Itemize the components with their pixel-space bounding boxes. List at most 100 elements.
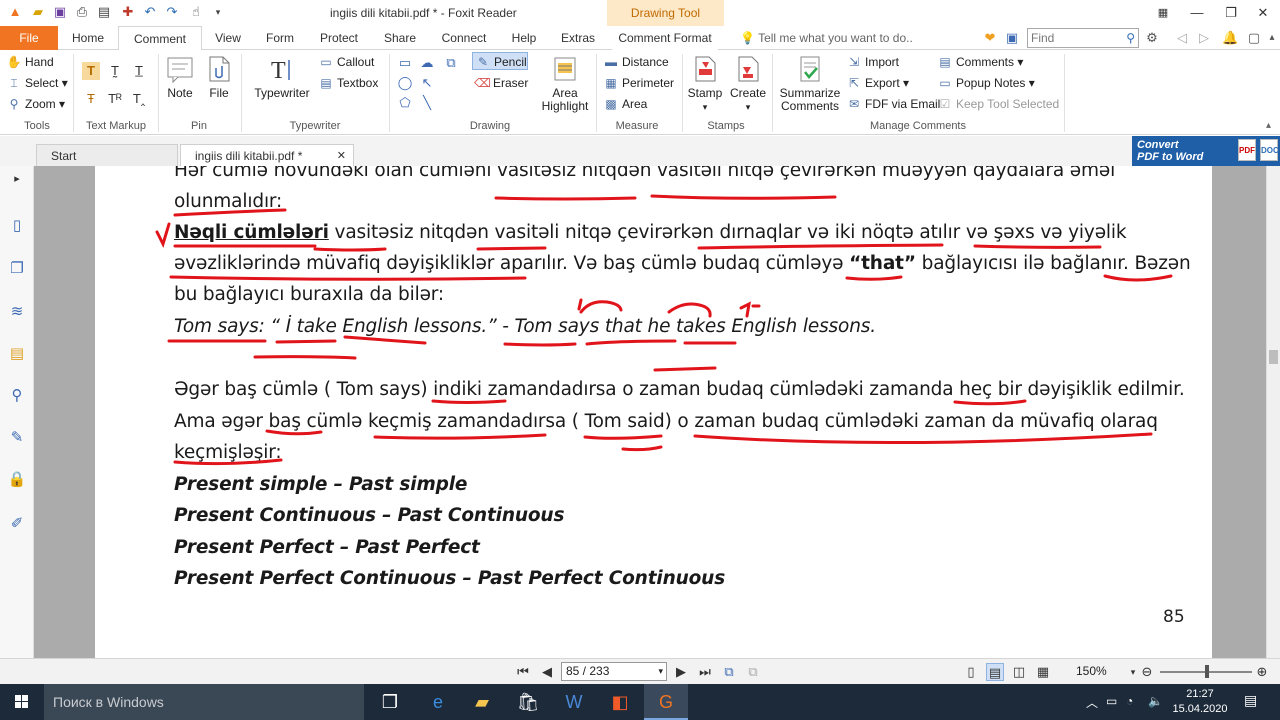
strikeout-icon[interactable]: Ŧ [82, 90, 100, 108]
tab-share[interactable]: Share [378, 26, 422, 50]
continuous-page-icon[interactable]: ▤ [986, 663, 1004, 681]
area-measure-tool[interactable]: ▩ Area [603, 95, 647, 113]
word-icon[interactable]: W [552, 684, 596, 720]
textbox-tool[interactable]: ▤ Textbox [318, 74, 378, 92]
previous-page-icon[interactable]: ◀ [538, 663, 556, 681]
tab-home[interactable]: Home [64, 26, 112, 50]
tray-chevron-icon[interactable]: ︿ [1086, 694, 1098, 711]
drawing-tool-context-tab[interactable]: Drawing Tool [607, 0, 724, 26]
page-dropdown-chevron-icon[interactable]: ▾ [658, 663, 663, 680]
area-highlight-button[interactable]: Area Highlight [538, 54, 592, 113]
zoom-tool[interactable]: ⚲ Zoom ▾ [6, 95, 65, 113]
edge-browser-icon[interactable]: e [416, 684, 460, 720]
tell-me-search[interactable]: 💡 Tell me what you want to do.. [740, 26, 913, 50]
heart-icon[interactable]: ❤ [982, 30, 998, 46]
tab-protect[interactable]: Protect [312, 26, 366, 50]
minimize-button[interactable]: — [1180, 0, 1214, 26]
document-viewport[interactable]: Hər cümlə növündəki olan cümləni vasitəs… [34, 166, 1266, 658]
file-explorer-icon[interactable]: ▰ [460, 684, 504, 720]
polygon-icon[interactable]: ⬠ [396, 94, 414, 112]
tab-start[interactable]: Start [36, 144, 178, 166]
next-page-icon[interactable]: ▶ [672, 663, 690, 681]
summarize-comments-button[interactable]: Summarize Comments [778, 54, 842, 113]
fdf-via-email[interactable]: ✉ FDF via Email [846, 95, 940, 113]
zoom-level[interactable]: 150% [1076, 664, 1107, 678]
wifi-icon[interactable]: ◔ [1126, 694, 1133, 708]
perimeter-tool[interactable]: ▦ Perimeter [603, 74, 674, 92]
underline-text-icon[interactable]: T̲ [130, 62, 148, 80]
action-center-icon[interactable]: ▤ [1244, 692, 1257, 709]
cloud-icon[interactable]: ☁ [418, 54, 436, 72]
store-icon[interactable]: 🛍 [506, 684, 550, 720]
restore-button[interactable]: ❐ [1214, 0, 1248, 26]
zoom-out-icon[interactable]: ⊖ [1138, 663, 1156, 681]
zoom-in-icon[interactable]: ⊕ [1253, 663, 1271, 681]
page-number-input[interactable]: 85 / 233 ▾ [561, 662, 667, 681]
distance-tool[interactable]: ▬ Distance [603, 53, 669, 71]
squiggly-underline-icon[interactable]: T̰ [106, 62, 124, 80]
comments-panel-icon[interactable]: ▤ [7, 344, 27, 364]
volume-icon[interactable]: 🔈 [1148, 694, 1163, 708]
vertical-scrollbar[interactable] [1266, 166, 1280, 658]
close-window-button[interactable]: ✕ [1246, 0, 1280, 26]
file-attach-button[interactable]: File [203, 54, 235, 100]
redo-icon[interactable]: ↷ [164, 4, 180, 20]
ribbon-options-icon[interactable]: ▦ [1146, 0, 1180, 26]
note-button[interactable]: Note [164, 54, 196, 100]
arrow-icon[interactable]: ↖ [418, 74, 436, 92]
recorder-app-icon[interactable]: ◧ [598, 684, 642, 720]
previous-view-icon[interactable]: ◁ [1174, 30, 1190, 46]
collapse-ribbon-icon[interactable]: ▴ [1264, 30, 1280, 46]
rectangle-icon[interactable]: ▭ [396, 54, 414, 72]
keep-tool-selected-checkbox[interactable]: ☑ Keep Tool Selected [937, 95, 1060, 113]
tab-help[interactable]: Help [505, 26, 543, 50]
facing-pages-icon[interactable]: ◫ [1010, 663, 1028, 681]
find-input[interactable]: Find ⚲ [1027, 28, 1139, 48]
search-icon[interactable]: ⚲ [1126, 29, 1135, 47]
new-icon[interactable]: ✚ [120, 4, 136, 20]
scrollbar-thumb[interactable] [1269, 350, 1278, 364]
settings-gear-icon[interactable]: ⚙ [1144, 30, 1160, 46]
open-folder-icon[interactable]: ▰ [30, 4, 46, 20]
replace-text-icon[interactable]: Tᴿ [106, 90, 124, 108]
tab-view[interactable]: View [206, 26, 250, 50]
customize-chevron-icon[interactable]: ▾ [210, 4, 226, 20]
close-tab-icon[interactable]: ✕ [337, 145, 346, 167]
pages-icon[interactable]: ❐ [7, 259, 27, 279]
typewriter-button[interactable]: T Typewriter [250, 54, 314, 100]
next-view-icon[interactable]: ⧉ [744, 663, 762, 681]
expand-panel-icon[interactable]: ▸ [7, 169, 27, 189]
tab-connect[interactable]: Connect [436, 26, 492, 50]
tab-comment[interactable]: Comment [118, 26, 202, 51]
hand-tool-icon[interactable]: ☝ [188, 4, 204, 20]
windows-search-box[interactable]: Поиск в Windows [44, 684, 364, 720]
file-tab[interactable]: File [0, 26, 58, 50]
highlight-text-icon[interactable]: T [82, 62, 100, 80]
eraser-tool[interactable]: ⌫ Eraser [474, 74, 528, 92]
comments-dropdown[interactable]: ▤ Comments ▾ [937, 53, 1023, 71]
select-tool[interactable]: ⌶ Select ▾ [6, 74, 67, 92]
start-button[interactable] [0, 684, 44, 720]
tab-extras[interactable]: Extras [556, 26, 600, 50]
notification-bell-icon[interactable]: 🔔 [1222, 30, 1238, 46]
foxit-reader-taskbar-icon[interactable]: G [644, 684, 688, 720]
save-icon[interactable]: ▣ [52, 4, 68, 20]
popup-notes-dropdown[interactable]: ▭ Popup Notes ▾ [937, 74, 1034, 92]
convert-pdf-to-word-banner[interactable]: Convert PDF to Word PDF DOC [1132, 136, 1280, 166]
callout-tool[interactable]: ▭ Callout [318, 53, 374, 71]
task-view-icon[interactable]: ❐ [368, 684, 412, 720]
last-page-icon[interactable]: ⏭ [696, 663, 714, 681]
create-stamp-button[interactable]: Create ▾ [728, 54, 768, 114]
line-icon[interactable]: ╲ [418, 94, 436, 112]
skin-icon[interactable]: ▣ [1004, 30, 1020, 46]
layers-icon[interactable]: ≋ [7, 302, 27, 322]
attachments-icon[interactable]: ⚲ [7, 386, 27, 406]
continuous-facing-icon[interactable]: ▦ [1034, 663, 1052, 681]
tab-comment-format[interactable]: Comment Format [612, 26, 718, 50]
network-icon[interactable]: ▭ [1106, 694, 1117, 708]
export-comments[interactable]: ⇱ Export ▾ [846, 74, 909, 92]
tab-current-document[interactable]: ingiis dili kitabii.pdf * ✕ [180, 144, 354, 166]
account-icon[interactable]: ▢ [1246, 30, 1262, 46]
zoom-slider-thumb[interactable] [1205, 665, 1209, 678]
single-page-icon[interactable]: ▯ [962, 663, 980, 681]
